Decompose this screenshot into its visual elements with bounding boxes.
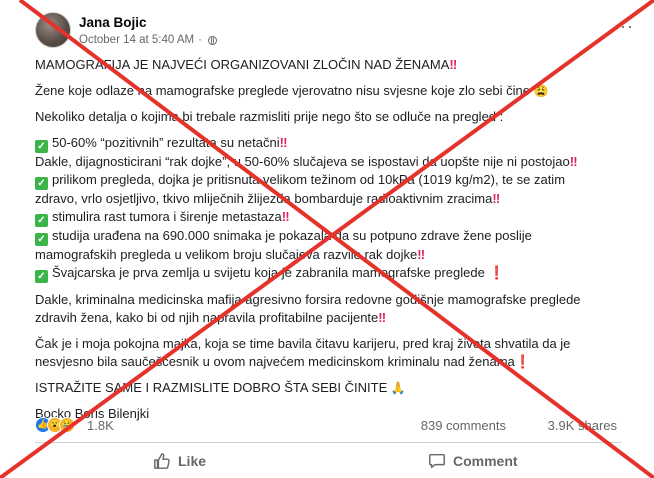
double-exclamation-icon: ‼ [279, 135, 288, 150]
author-name[interactable]: Jana Bojic [79, 15, 147, 30]
double-exclamation-icon: ‼ [449, 57, 458, 72]
comment-button-label: Comment [453, 453, 518, 469]
reaction-count[interactable]: 1.8K [87, 418, 114, 433]
list-item: zdravo, vrlo osjetljivo, tkivo mliječnih… [35, 191, 501, 206]
exclamation-icon: ❗ [514, 354, 531, 369]
post-paragraph: Dakle, kriminalna medicinska mafija agre… [35, 291, 635, 327]
post-stats: 👍 😮 😢 1.8K 839 comments 3.9K shares [35, 416, 621, 436]
check-icon: ✓ [35, 233, 48, 246]
list-item: ✓ studija urađena na 690.000 snimaka je p… [35, 227, 635, 246]
author-avatar[interactable] [35, 12, 71, 48]
paragraph-line: Čak je i moja pokojna majka, koja se tim… [35, 336, 571, 351]
comment-count[interactable]: 839 comments [421, 418, 506, 433]
emoji-icon: 😩 [533, 84, 549, 98]
check-icon: ✓ [35, 214, 48, 227]
post-lead: Nekoliko detalja o kojima bi trebale raz… [35, 109, 504, 124]
like-button-label: Like [178, 453, 207, 469]
post-intro: Žene koje odlaze na mamografske preglede… [35, 83, 549, 98]
paragraph-line: Dakle, kriminalna medicinska mafija agre… [35, 292, 581, 307]
more-options-icon[interactable]: ··· [613, 16, 634, 37]
comment-icon [429, 453, 445, 469]
post-meta: October 14 at 5:40 AM · [79, 34, 217, 46]
double-exclamation-icon: ‼ [492, 191, 501, 206]
share-count[interactable]: 3.9K shares [548, 418, 617, 433]
exclamation-icon: ❗ [488, 265, 505, 280]
thumbs-up-icon [154, 453, 170, 469]
list-item: Dakle, dijagnosticirani “rak dojke”, u 5… [35, 154, 578, 169]
post-body: MAMOGRAFIJA JE NAJVEĆI ORGANIZOVANI ZLOČ… [35, 56, 635, 431]
sad-reaction-icon: 😢 [59, 417, 75, 433]
double-exclamation-icon: ‼ [417, 247, 426, 262]
meta-separator: · [198, 34, 202, 46]
double-exclamation-icon: ‼ [281, 209, 290, 224]
facebook-post: Jana Bojic October 14 at 5:40 AM · ··· M… [0, 0, 654, 478]
post-timestamp[interactable]: October 14 at 5:40 AM [79, 34, 194, 46]
reaction-icons[interactable]: 👍 😮 😢 [35, 417, 75, 433]
list-item: ✓ prilikom pregleda, dojka je pritisnuta … [35, 171, 635, 190]
claims-list: ✓ 50-60% “pozitivnih” rezultata su netačn… [35, 134, 635, 283]
paragraph-line: nesvjesno bila saučešćesnik u ovom najve… [35, 354, 531, 369]
list-item: mamografskih pregleda u velikom broju sl… [35, 247, 426, 262]
check-icon: ✓ [35, 270, 48, 283]
post-call-to-action: ISTRAŽITE SAME I RAZMISLITE DOBRO ŠTA SE… [35, 380, 406, 395]
post-headline: MAMOGRAFIJA JE NAJVEĆI ORGANIZOVANI ZLOČ… [35, 57, 458, 72]
post-paragraph: Čak je i moja pokojna majka, koja se tim… [35, 335, 635, 371]
divider [35, 442, 621, 443]
check-icon: ✓ [35, 140, 48, 153]
double-exclamation-icon: ‼ [378, 310, 387, 325]
globe-icon [207, 35, 217, 45]
comment-button[interactable]: Comment [428, 452, 518, 470]
double-exclamation-icon: ‼ [569, 154, 578, 169]
paragraph-line: zdravih žena, kako bi od njih napravila … [35, 310, 387, 325]
pray-icon: 🙏 [390, 381, 406, 395]
list-item: ✓ 50-60% “pozitivnih” rezultata su netačn… [35, 134, 635, 153]
like-button[interactable]: Like [153, 452, 206, 470]
list-item: ✓ Švajcarska je prva zemlja u svijetu koj… [35, 264, 635, 283]
list-item: ✓ stimulira rast tumora i širenje metasta… [35, 208, 635, 227]
check-icon: ✓ [35, 177, 48, 190]
